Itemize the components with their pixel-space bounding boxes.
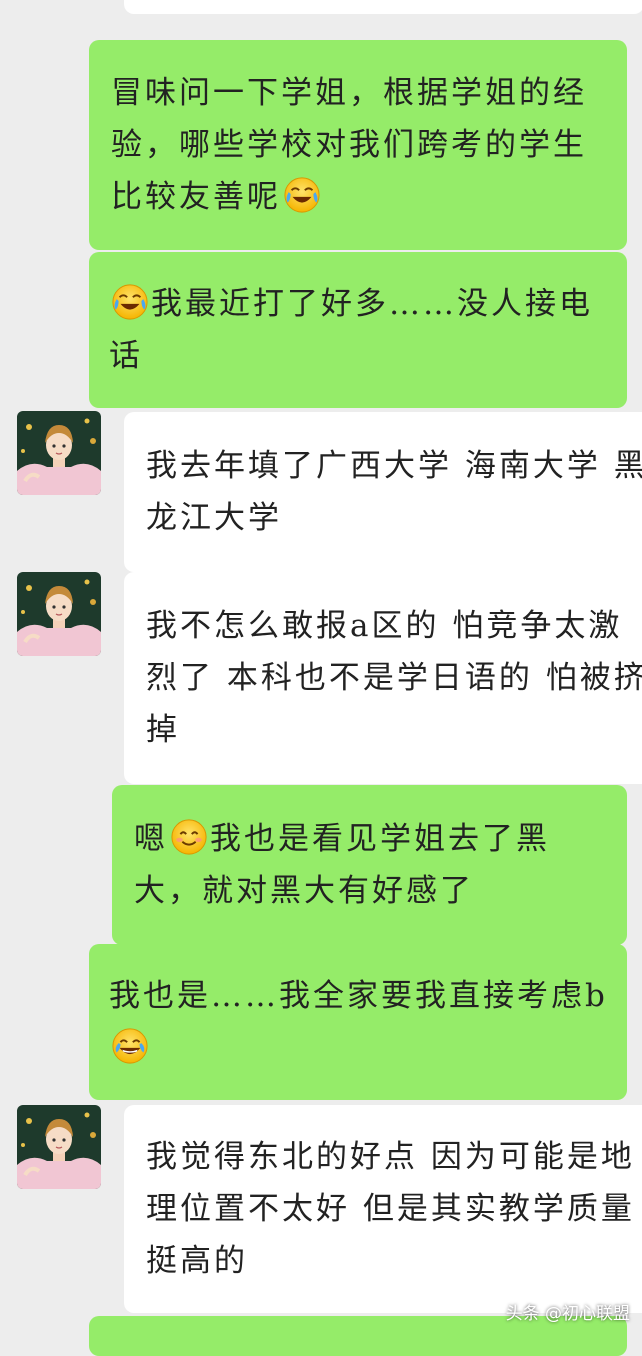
message-text: 冒味问一下学姐，根据学姐的经验，哪些学校对我们跨考的学生比较友善呢 [111,75,587,215]
message-text: 我去年填了广西大学 海南大学 黑龙江大学 [146,448,642,536]
message-bubble-received[interactable]: 我不怎么敢报a区的 怕竞争太激烈了 本科也不是学日语的 怕被挤掉 [124,572,642,784]
message-bubble-sent[interactable]: 我也是……我全家要我直接考虑b [89,944,627,1100]
contact-avatar[interactable] [17,572,101,656]
crying-laughing-emoji-icon [283,176,321,214]
message-text: 我不怎么敢报a区的 怕竞争太激烈了 本科也不是学日语的 怕被挤掉 [146,608,642,748]
watermark-text: 头条 @初心联盟 [505,1304,630,1324]
message-text: 嗯 [134,821,168,857]
message-bubble-received[interactable]: 我去年填了广西大学 海南大学 黑龙江大学 [124,412,642,572]
message-text: 我觉得东北的好点 因为可能是地理位置不太好 但是其实教学质量挺高的 [146,1139,635,1279]
message-bubble-sent[interactable]: 冒味问一下学姐，根据学姐的经验，哪些学校对我们跨考的学生比较友善呢 [89,40,627,250]
message-bubble-sent[interactable]: 嗯我也是看见学姐去了黑大，就对黑大有好感了 [112,785,627,945]
avatar-image [17,1105,101,1189]
message-text: 我也是……我全家要我直接考虑b [109,978,608,1014]
message-text: 我最近打了好多……没人接电话 [109,286,593,374]
message-bubble-received[interactable]: 我觉得东北的好点 因为可能是地理位置不太好 但是其实教学质量挺高的 [124,1105,642,1313]
crying-laughing-emoji-icon [111,283,149,321]
avatar-image [17,572,101,656]
tears-of-joy-emoji-icon [111,1027,149,1065]
contact-avatar[interactable] [17,1105,101,1189]
message-bubble-sent[interactable]: 我最近打了好多……没人接电话 [89,252,627,408]
contact-avatar[interactable] [17,411,101,495]
previous-message-bubble[interactable] [124,0,642,14]
avatar-image [17,411,101,495]
smiling-face-emoji-icon [170,818,208,856]
